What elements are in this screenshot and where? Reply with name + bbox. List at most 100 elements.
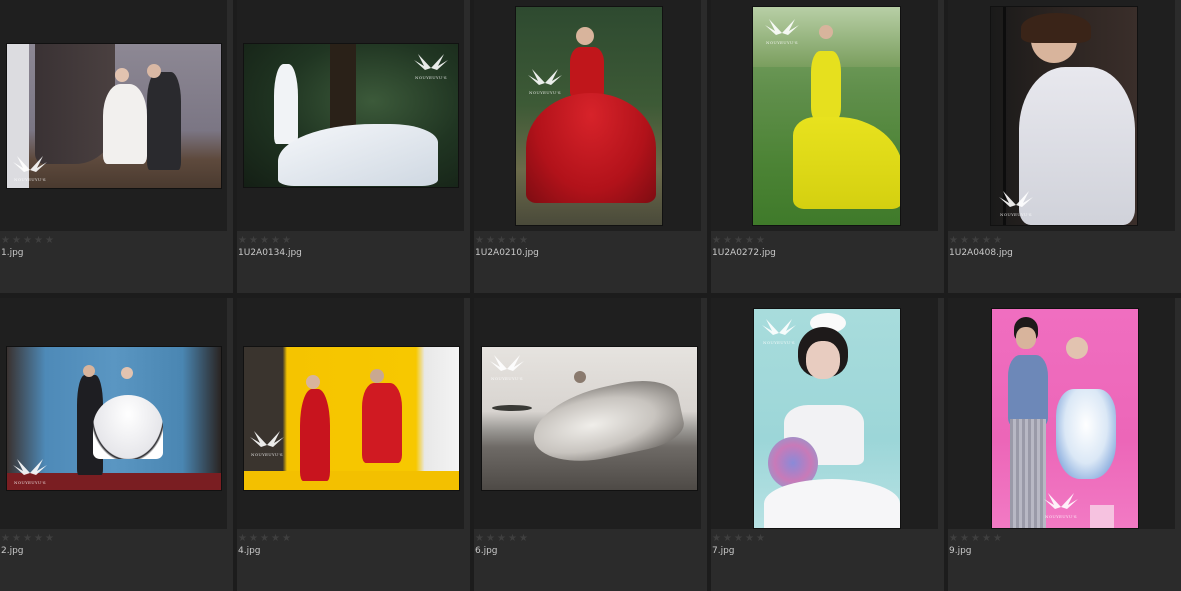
star-icon[interactable]: ★ — [282, 236, 292, 246]
thumbnail-filename: 1U2A0408.jpg — [949, 248, 1013, 258]
star-icon[interactable]: ★ — [34, 534, 44, 544]
star-rating[interactable]: ★ ★ ★ ★ ★ — [238, 236, 292, 246]
star-rating[interactable]: ★ ★ ★ ★ ★ — [949, 534, 1003, 544]
star-icon[interactable]: ★ — [45, 534, 55, 544]
star-icon[interactable]: ★ — [23, 534, 33, 544]
thumbnail-filename: 9.jpg — [949, 546, 972, 556]
star-icon[interactable]: ★ — [971, 236, 981, 246]
photo-thumbnail[interactable]: NOUYEUYU'S — [244, 44, 458, 187]
photo-thumbnail[interactable]: NOUYEUYU'S — [244, 347, 459, 490]
star-icon[interactable]: ★ — [486, 534, 496, 544]
photo-thumbnail[interactable]: NOUYEUYU'S — [482, 347, 697, 490]
star-rating[interactable]: ★ ★ ★ ★ ★ — [949, 236, 1003, 246]
star-icon[interactable]: ★ — [734, 236, 744, 246]
star-icon[interactable]: ★ — [734, 534, 744, 544]
star-rating[interactable]: ★ ★ ★ ★ ★ — [475, 534, 529, 544]
thumbnail-cell-1[interactable]: NOUYEUYU'S ★ ★ ★ ★ ★ 1.jpg — [0, 0, 233, 293]
thumbnail-cell-4[interactable]: NOUYEUYU'S ★ ★ ★ ★ ★ 1U2A0272.jpg — [711, 0, 944, 293]
star-icon[interactable]: ★ — [45, 236, 55, 246]
thumbnail-frame: NOUYEUYU'S — [948, 298, 1175, 529]
star-icon[interactable]: ★ — [745, 236, 755, 246]
star-icon[interactable]: ★ — [1, 236, 11, 246]
thumbnail-cell-6[interactable]: NOUYEUYU'S ★ ★ ★ ★ ★ 2.jpg — [0, 298, 233, 591]
star-icon[interactable]: ★ — [34, 236, 44, 246]
star-icon[interactable]: ★ — [745, 534, 755, 544]
star-icon[interactable]: ★ — [960, 534, 970, 544]
star-icon[interactable]: ★ — [475, 236, 485, 246]
star-icon[interactable]: ★ — [982, 236, 992, 246]
thumbnail-cell-7[interactable]: NOUYEUYU'S ★ ★ ★ ★ ★ 4.jpg — [237, 298, 470, 591]
star-icon[interactable]: ★ — [12, 236, 22, 246]
thumbnail-cell-3[interactable]: NOUYEUYU'S ★ ★ ★ ★ ★ 1U2A0210.jpg — [474, 0, 707, 293]
star-icon[interactable]: ★ — [508, 534, 518, 544]
star-icon[interactable]: ★ — [723, 534, 733, 544]
star-icon[interactable]: ★ — [271, 236, 281, 246]
thumbnail-cell-9[interactable]: NOUYEUYU'S ★ ★ ★ ★ ★ 7.jpg — [711, 298, 944, 591]
thumbnail-grid: NOUYEUYU'S ★ ★ ★ ★ ★ 1.jpg NOUYEUYU'S ★ ★ ★ ★ ★ … — [0, 0, 1181, 591]
star-icon[interactable]: ★ — [982, 534, 992, 544]
star-icon[interactable]: ★ — [971, 534, 981, 544]
watermark-logo: NOUYEUYU'S — [11, 455, 49, 485]
thumbnail-frame: NOUYEUYU'S — [711, 0, 938, 231]
star-icon[interactable]: ★ — [249, 236, 259, 246]
watermark-logo: NOUYEUYU'S — [763, 15, 801, 45]
star-rating[interactable]: ★ ★ ★ ★ ★ — [1, 534, 55, 544]
star-icon[interactable]: ★ — [249, 534, 259, 544]
star-icon[interactable]: ★ — [260, 236, 270, 246]
photo-thumbnail[interactable]: NOUYEUYU'S — [992, 309, 1138, 528]
photo-thumbnail[interactable]: NOUYEUYU'S — [754, 309, 900, 528]
star-icon[interactable]: ★ — [282, 534, 292, 544]
star-icon[interactable]: ★ — [519, 236, 529, 246]
star-rating[interactable]: ★ ★ ★ ★ ★ — [712, 534, 766, 544]
star-icon[interactable]: ★ — [993, 534, 1003, 544]
star-icon[interactable]: ★ — [23, 236, 33, 246]
star-rating[interactable]: ★ ★ ★ ★ ★ — [238, 534, 292, 544]
thumbnail-filename: 7.jpg — [712, 546, 735, 556]
thumbnail-cell-8[interactable]: NOUYEUYU'S ★ ★ ★ ★ ★ 6.jpg — [474, 298, 707, 591]
thumbnail-filename: 4.jpg — [238, 546, 261, 556]
star-icon[interactable]: ★ — [960, 236, 970, 246]
star-icon[interactable]: ★ — [12, 534, 22, 544]
thumbnail-filename: 6.jpg — [475, 546, 498, 556]
star-icon[interactable]: ★ — [519, 534, 529, 544]
star-icon[interactable]: ★ — [497, 236, 507, 246]
star-icon[interactable]: ★ — [712, 534, 722, 544]
watermark-logo: NOUYEUYU'S — [760, 315, 798, 345]
thumbnail-cell-5[interactable]: NOUYEUYU'S ★ ★ ★ ★ ★ 1U2A0408.jpg — [948, 0, 1181, 293]
star-icon[interactable]: ★ — [712, 236, 722, 246]
star-icon[interactable]: ★ — [949, 534, 959, 544]
star-icon[interactable]: ★ — [756, 534, 766, 544]
thumbnail-frame: NOUYEUYU'S — [0, 298, 227, 529]
star-icon[interactable]: ★ — [949, 236, 959, 246]
star-icon[interactable]: ★ — [475, 534, 485, 544]
star-icon[interactable]: ★ — [238, 534, 248, 544]
star-icon[interactable]: ★ — [993, 236, 1003, 246]
star-icon[interactable]: ★ — [497, 534, 507, 544]
photo-thumbnail[interactable]: NOUYEUYU'S — [753, 7, 900, 225]
star-icon[interactable]: ★ — [238, 236, 248, 246]
watermark-logo: NOUYEUYU'S — [248, 427, 286, 457]
photo-thumbnail[interactable]: NOUYEUYU'S — [991, 7, 1137, 225]
photo-thumbnail[interactable]: NOUYEUYU'S — [7, 44, 221, 188]
thumbnail-cell-10[interactable]: NOUYEUYU'S ★ ★ ★ ★ ★ 9.jpg — [948, 298, 1181, 591]
star-icon[interactable]: ★ — [486, 236, 496, 246]
thumbnail-filename: 1U2A0134.jpg — [238, 248, 302, 258]
star-rating[interactable]: ★ ★ ★ ★ ★ — [712, 236, 766, 246]
star-rating[interactable]: ★ ★ ★ ★ ★ — [1, 236, 55, 246]
star-icon[interactable]: ★ — [271, 534, 281, 544]
thumbnail-filename: 2.jpg — [1, 546, 24, 556]
thumbnail-cell-2[interactable]: NOUYEUYU'S ★ ★ ★ ★ ★ 1U2A0134.jpg — [237, 0, 470, 293]
watermark-logo: NOUYEUYU'S — [488, 351, 526, 381]
thumbnail-frame: NOUYEUYU'S — [711, 298, 938, 529]
star-rating[interactable]: ★ ★ ★ ★ ★ — [475, 236, 529, 246]
watermark-logo: NOUYEUYU'S — [11, 152, 49, 182]
thumbnail-frame: NOUYEUYU'S — [474, 298, 701, 529]
thumbnail-frame: NOUYEUYU'S — [0, 0, 227, 231]
photo-thumbnail[interactable]: NOUYEUYU'S — [7, 347, 221, 490]
photo-thumbnail[interactable]: NOUYEUYU'S — [516, 7, 662, 225]
star-icon[interactable]: ★ — [260, 534, 270, 544]
star-icon[interactable]: ★ — [508, 236, 518, 246]
star-icon[interactable]: ★ — [1, 534, 11, 544]
star-icon[interactable]: ★ — [723, 236, 733, 246]
star-icon[interactable]: ★ — [756, 236, 766, 246]
